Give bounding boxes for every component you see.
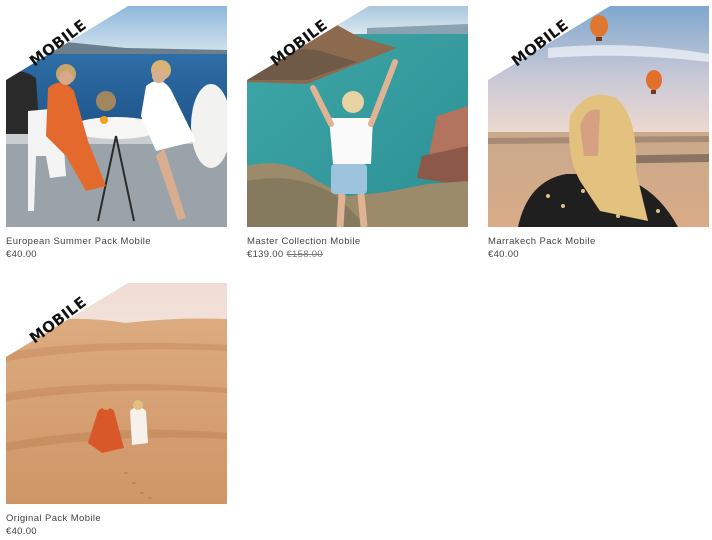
product-image-marrakech[interactable]: MOBILE [488,6,709,227]
product-image-european-summer[interactable]: MOBILE [6,6,227,227]
product-price-row: €40.00 [6,526,227,538]
product-card[interactable]: MOBILE Master Collection Mobile €139.00 €… [247,6,468,261]
product-image-master-collection[interactable]: MOBILE [247,6,468,227]
product-title[interactable]: European Summer Pack Mobile [6,236,227,248]
product-card[interactable]: MOBILE Original Pack Mobile €40.00 [6,283,227,538]
product-price: €40.00 [6,526,37,537]
product-price: €139.00 [247,249,284,260]
product-title[interactable]: Original Pack Mobile [6,513,227,525]
product-card[interactable]: MOBILE Marrakech Pack Mobile €40.00 [488,6,709,261]
product-image-original-pack[interactable]: MOBILE [6,283,227,504]
product-card[interactable]: MOBILE European Summer Pack Mobile €40.0… [6,6,227,261]
product-title[interactable]: Master Collection Mobile [247,236,468,248]
product-price: €40.00 [488,249,519,260]
product-price-row: €139.00 €158.00 [247,249,468,261]
product-title[interactable]: Marrakech Pack Mobile [488,236,709,248]
product-price: €40.00 [6,249,37,260]
product-price-row: €40.00 [6,249,227,261]
product-old-price: €158.00 [286,249,323,260]
product-price-row: €40.00 [488,249,709,261]
